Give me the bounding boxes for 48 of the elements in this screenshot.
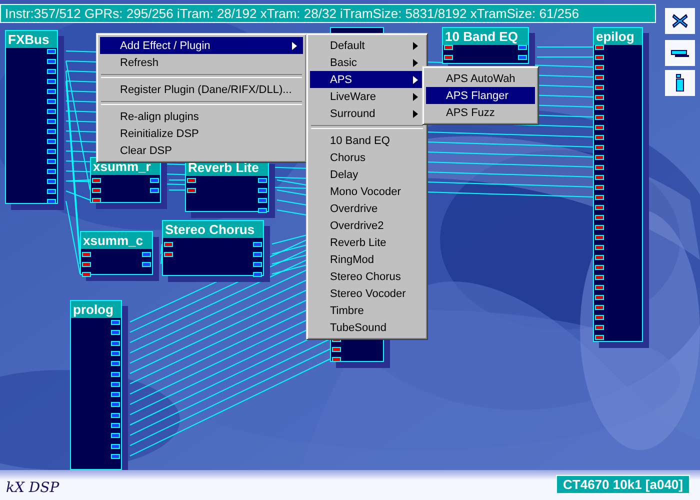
menu-item[interactable]: APS Fuzz (426, 104, 535, 121)
plugin-title: xsumm_c (81, 232, 152, 249)
minimize-icon (671, 50, 689, 56)
submenu-arrow-icon (413, 58, 418, 66)
menu-item[interactable]: TubeSound (310, 319, 424, 336)
submenu-arrow-icon (413, 110, 418, 118)
menu-item[interactable]: Clear DSP (100, 142, 303, 159)
menu-item[interactable]: Reverb Lite (310, 234, 424, 251)
menu-item[interactable]: 10 Band EQ (310, 132, 424, 149)
menu-item[interactable]: Stereo Vocoder (310, 285, 424, 302)
menu-item[interactable]: Mono Vocoder (310, 183, 424, 200)
resource-status-bar: Instr:357/512 GPRs: 295/256 iTram: 28/192 xTram: 28/32 iTramSize: 5831/8192 xTramSize: 61/256 (0, 4, 656, 23)
submenu-arrow-icon (413, 76, 418, 84)
menu-item[interactable]: Refresh (100, 54, 303, 71)
menu-item[interactable]: APS Flanger (426, 87, 535, 104)
plugin-title: FXBus (6, 31, 57, 48)
menu-item[interactable]: Reinitialize DSP (100, 125, 303, 142)
submenu-arrow-icon (413, 42, 418, 50)
menu-item[interactable]: Add Effect / Plugin (100, 37, 303, 54)
menu-item[interactable]: Overdrive2 (310, 217, 424, 234)
menu-item[interactable]: Re-align plugins (100, 108, 303, 125)
menu-item[interactable]: Stereo Chorus (310, 268, 424, 285)
menu-item[interactable]: RingMod (310, 251, 424, 268)
plugin-title: Stereo Chorus (163, 221, 263, 238)
menu-item[interactable]: APS AutoWah (426, 70, 535, 87)
menu-item[interactable]: Chorus (310, 149, 424, 166)
menu-item[interactable]: Overdrive (310, 200, 424, 217)
menu-item[interactable]: LiveWare (310, 88, 424, 105)
plugin-title: epilog (594, 28, 642, 45)
menu-item[interactable]: Default (310, 37, 424, 54)
menu-item[interactable]: APS (310, 71, 424, 88)
menu-item[interactable]: Register Plugin (Dane/RIFX/DLL)... (100, 81, 303, 98)
app-logo: kX DSP (6, 480, 60, 496)
info-button[interactable] (665, 70, 695, 96)
menu-item[interactable]: Basic (310, 54, 424, 71)
minimize-button[interactable] (665, 40, 695, 66)
device-label: CT4670 10k1 [a040] (556, 475, 690, 494)
close-icon (672, 14, 688, 28)
plugin-title: 10 Band EQ (443, 28, 528, 45)
wire (536, 46, 594, 48)
close-button[interactable] (665, 8, 695, 34)
menu-item[interactable]: Delay (310, 166, 424, 183)
menu-item[interactable]: Surround (310, 105, 424, 122)
info-icon (675, 74, 685, 92)
menu-item[interactable]: Timbre (310, 302, 424, 319)
submenu-arrow-icon (292, 42, 297, 50)
plugin-title: prolog (71, 301, 121, 318)
submenu-arrow-icon (413, 92, 418, 100)
